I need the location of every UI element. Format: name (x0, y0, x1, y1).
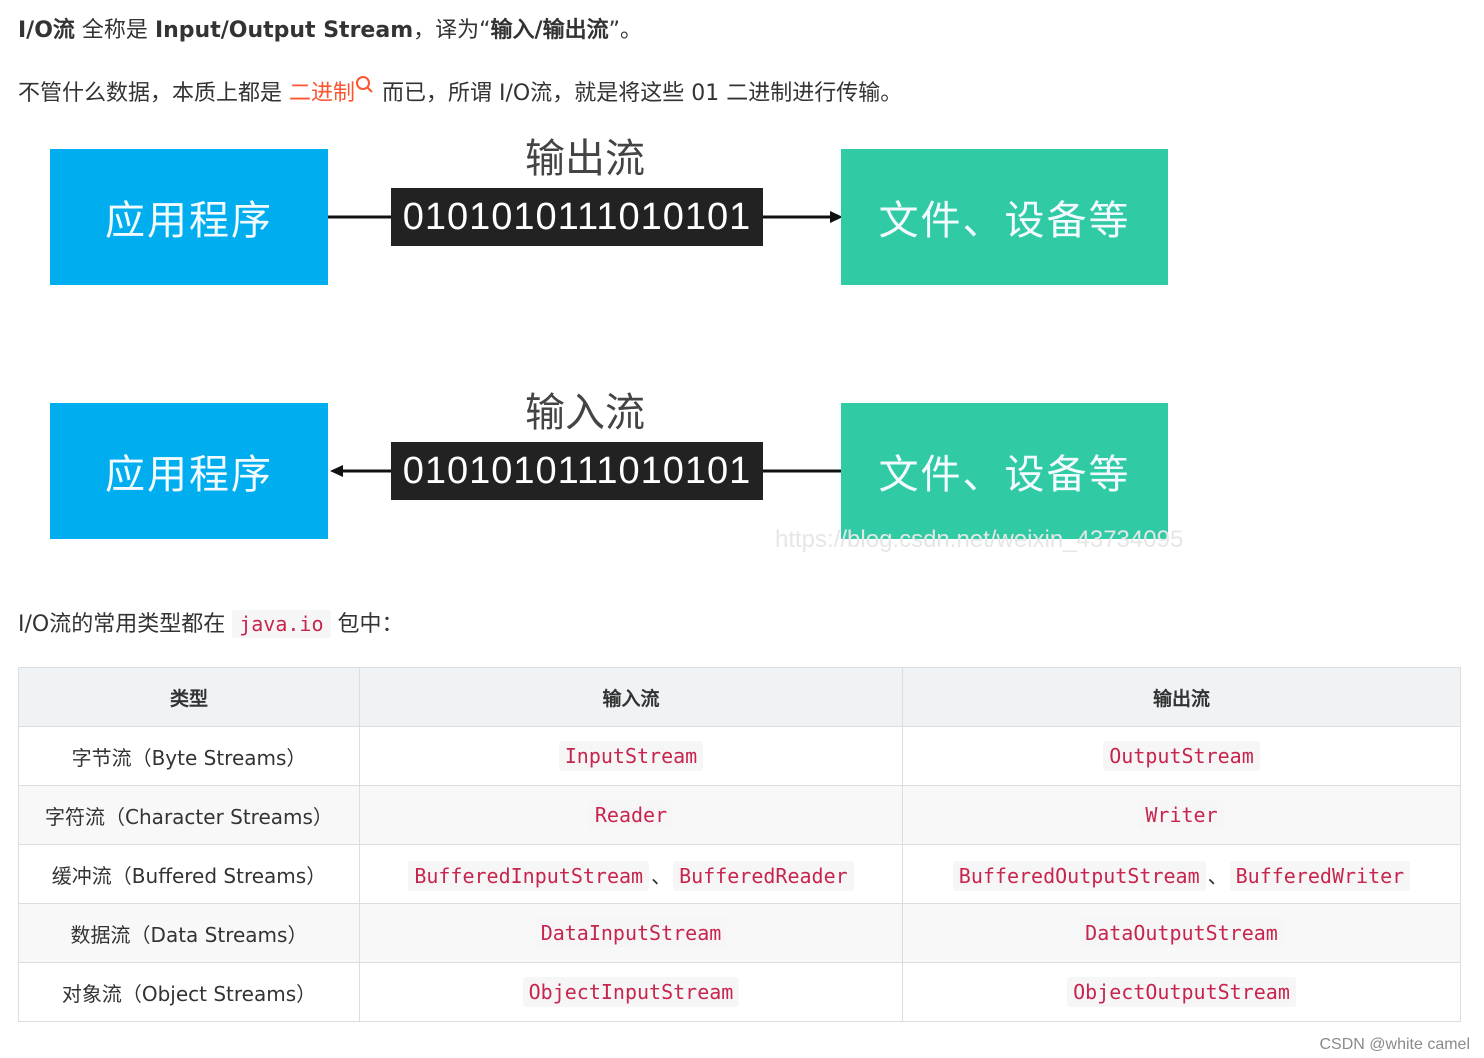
intro-line-2: 不管什么数据，本质上都是 二进制 而已，所谓 I/O流，就是将这些 01 二进制… (18, 76, 903, 111)
type-cell: 数据流（Data Streams） (18, 903, 360, 963)
binary-bits-box: 0101010111010101 (391, 188, 763, 246)
type-cell: 缓冲流（Buffered Streams） (18, 844, 360, 904)
full-name-term: Input/Output Stream (154, 18, 414, 43)
output-cell: OutputStream (902, 726, 1461, 786)
output-cell: ObjectOutputStream (902, 962, 1461, 1022)
output-stream-label: 输出流 (525, 136, 645, 182)
class-name: BufferedWriter (1229, 860, 1411, 891)
class-name: OutputStream (1103, 741, 1260, 771)
application-box: 应用程序 (50, 403, 328, 539)
class-name: Reader (588, 800, 674, 830)
class-name: DataInputStream (534, 918, 728, 948)
input-cell: ObjectInputStream (359, 962, 903, 1022)
io-stream-term: I/O流 (18, 18, 75, 43)
binary-link-text: 二进制 (289, 81, 356, 106)
intro-text: 不管什么数据，本质上都是 (18, 81, 289, 106)
intro-text: ”。 (608, 18, 642, 43)
table-header-row: 类型 输入流 输出流 (18, 667, 1461, 727)
output-cell: DataOutputStream (902, 903, 1461, 963)
input-cell: InputStream (359, 726, 903, 786)
class-name: BufferedOutputStream (952, 860, 1206, 891)
intro-text: 而已，所谓 I/O流，就是将这些 01 二进制进行传输。 (375, 81, 903, 106)
class-name: DataOutputStream (1079, 918, 1284, 948)
type-cell: 对象流（Object Streams） (18, 962, 360, 1022)
intro-text: ，译为“ (413, 18, 491, 43)
output-cell: Writer (902, 785, 1461, 845)
binary-bits-box: 0101010111010101 (391, 442, 763, 500)
header-output: 输出流 (902, 667, 1461, 727)
binary-keyword-link[interactable]: 二进制 (289, 76, 375, 106)
translation-term: 输入/输出流 (490, 18, 609, 43)
device-box: 文件、设备等 (841, 403, 1168, 539)
header-type: 类型 (18, 667, 360, 727)
author-credit: CSDN @white camel (1319, 1036, 1471, 1053)
table-row: 缓冲流（Buffered Streams） BufferedInputStrea… (18, 844, 1461, 904)
class-name: ObjectOutputStream (1067, 977, 1296, 1007)
class-name: Writer (1139, 800, 1224, 830)
header-input: 输入流 (359, 667, 903, 727)
output-cell: BufferedOutputStream、 BufferedWriter (902, 844, 1461, 904)
table-row: 对象流（Object Streams） ObjectInputStream Ob… (18, 962, 1461, 1022)
device-box: 文件、设备等 (841, 149, 1168, 285)
type-cell: 字符流（Character Streams） (18, 785, 360, 845)
application-box: 应用程序 (50, 149, 328, 285)
table-row: 数据流（Data Streams） DataInputStream DataOu… (18, 903, 1461, 963)
intro-line-1: I/O流 全称是 Input/Output Stream，译为“输入/输出流”。 (18, 14, 642, 48)
type-cell: 字节流（Byte Streams） (18, 726, 360, 786)
class-name: InputStream (558, 741, 704, 771)
class-name: ObjectInputStream (522, 977, 740, 1007)
paragraph-text: 包中： (330, 612, 404, 637)
input-cell: DataInputStream (359, 903, 903, 963)
io-stream-table: 类型 输入流 输出流 字节流（Byte Streams） InputStream… (18, 667, 1461, 1022)
search-icon (356, 76, 373, 93)
separator: 、 (1207, 863, 1228, 888)
input-stream-label: 输入流 (525, 390, 645, 436)
paragraph-text: I/O流的常用类型都在 (18, 612, 233, 637)
separator: 、 (651, 863, 672, 888)
input-cell: Reader (359, 785, 903, 845)
class-name: BufferedInputStream (408, 860, 650, 891)
table-row: 字节流（Byte Streams） InputStream OutputStre… (18, 726, 1461, 786)
table-row: 字符流（Character Streams） Reader Writer (18, 785, 1461, 845)
class-name: BufferedReader (673, 860, 854, 891)
java-io-paragraph: I/O流的常用类型都在 java.io 包中： (18, 607, 404, 642)
input-cell: BufferedInputStream、 BufferedReader (359, 844, 903, 904)
image-watermark: https://blog.csdn.net/weixin_43734095 (775, 526, 1184, 553)
java-io-code: java.io (232, 610, 331, 638)
intro-text: 全称是 (74, 18, 155, 43)
